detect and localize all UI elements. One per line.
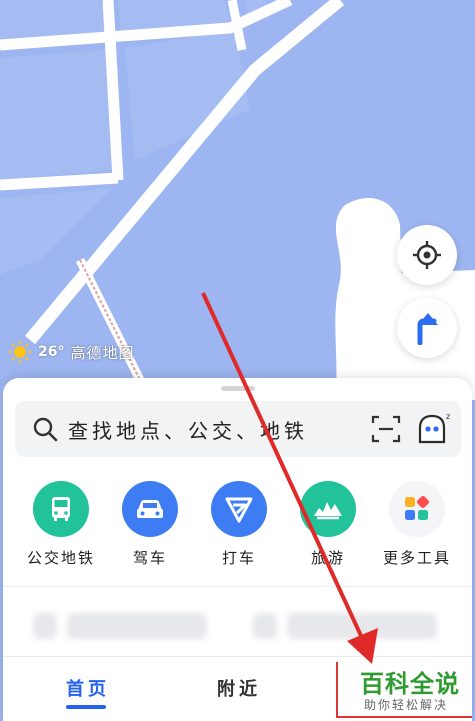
tab-home[interactable]: 首页 [66,675,110,701]
navigation-arrow-icon [417,313,438,345]
search-input[interactable]: 查找地点、公交、地铁 [68,415,371,444]
active-tab-indicator [66,705,106,709]
grid-icon [389,481,445,537]
map-brand-logo: 高德地图 [70,343,135,362]
sun-icon [9,341,31,363]
car-icon [122,481,178,537]
quick-action-label: 更多工具 [382,549,451,567]
blurred-content [33,613,57,639]
watermark-title: 百科全说 [360,670,460,698]
blurred-recommendations [3,586,472,666]
assistant-icon[interactable]: z [415,410,453,448]
scan-icon[interactable] [371,415,401,443]
blurred-content [253,613,277,639]
blurred-content [67,613,207,639]
bus-icon [33,481,89,537]
locate-button[interactable] [397,225,457,285]
quick-action-drive[interactable]: 驾车 [105,481,195,568]
sheet-drag-handle[interactable] [221,386,255,391]
quick-action-label: 公交地铁 [26,549,95,567]
quick-action-taxi[interactable]: 打车 [194,481,284,568]
quick-action-label: 打车 [221,549,256,567]
blurred-content [287,613,437,639]
quick-action-more-tools[interactable]: 更多工具 [372,481,462,568]
taxi-icon [211,481,267,537]
weather-temperature: 26° [38,344,65,360]
quick-action-label: 旅游 [310,549,345,567]
search-bar[interactable]: 查找地点、公交、地铁 z [15,401,461,457]
quick-action-label: 驾车 [132,549,167,567]
svg-text:z: z [446,412,450,421]
map-weather-badge: 26° 高德地图 [8,340,135,364]
travel-icon [300,481,356,537]
watermark: 百科全说 助你轻松解决 [336,662,472,718]
tab-nearby[interactable]: 附近 [217,675,261,701]
navigation-button[interactable] [397,298,457,358]
watermark-subtitle: 助你轻松解决 [364,698,449,712]
quick-action-bus[interactable]: 公交地铁 [16,481,106,568]
quick-actions: 公交地铁 驾车 打车 旅游 更多工具 [3,481,472,571]
quick-action-travel[interactable]: 旅游 [283,481,373,568]
search-icon [33,417,58,442]
crosshair-icon [413,241,441,269]
